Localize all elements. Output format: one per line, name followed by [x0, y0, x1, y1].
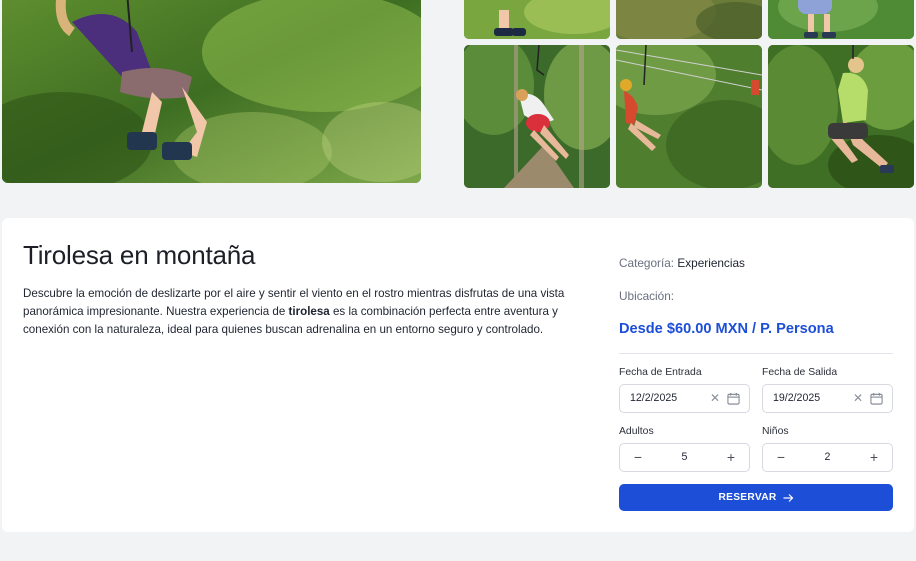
adults-label: Adultos [619, 426, 654, 437]
gallery-thumb-4[interactable] [464, 45, 610, 188]
gallery-thumb-5[interactable] [616, 45, 762, 188]
location-label: Ubicación: [619, 289, 675, 303]
category-row: Categoría: Experiencias [619, 256, 745, 270]
description-bold-text: tirolesa [288, 305, 330, 318]
booking-panel: Categoría: Experiencias Ubicación: Desde… [619, 218, 893, 532]
gallery-thumb-1[interactable] [464, 0, 610, 39]
gallery-main-photo[interactable] [2, 0, 421, 183]
divider [619, 353, 893, 354]
adults-stepper: − 5 + [619, 443, 750, 472]
tour-title: Tirolesa en montaña [23, 240, 256, 270]
photo-gallery [0, 0, 916, 190]
plus-icon[interactable]: + [723, 449, 739, 465]
tour-details-card: Tirolesa en montaña Descubre la emoción … [2, 218, 914, 532]
checkout-date-field[interactable]: 19/2/2025 ✕ [762, 384, 893, 413]
calendar-icon[interactable] [870, 392, 883, 405]
tour-detail-page: Tirolesa en montaña Descubre la emoción … [0, 0, 916, 561]
reserve-button[interactable]: RESERVAR [619, 484, 893, 511]
location-row: Ubicación: [619, 289, 674, 303]
price-text: Desde $60.00 MXN / P. Persona [619, 321, 834, 337]
checkout-label: Fecha de Salida [762, 367, 838, 378]
gallery-thumb-6[interactable] [768, 45, 914, 188]
tour-description: Descubre la emoción de deslizarte por el… [23, 285, 603, 339]
checkout-date-value: 19/2/2025 [773, 392, 821, 404]
reserve-button-label: RESERVAR [718, 492, 777, 503]
category-value: Experiencias [677, 256, 745, 270]
close-icon[interactable]: ✕ [853, 391, 863, 405]
plus-icon[interactable]: + [866, 449, 882, 465]
kids-stepper: − 2 + [762, 443, 893, 472]
checkin-date-field[interactable]: 12/2/2025 ✕ [619, 384, 750, 413]
gallery-thumb-2[interactable] [616, 0, 762, 39]
gallery-thumb-3[interactable] [768, 0, 914, 39]
checkin-label: Fecha de Entrada [619, 367, 702, 378]
kids-label: Niños [762, 426, 789, 437]
arrow-right-icon [783, 493, 793, 502]
calendar-icon[interactable] [727, 392, 740, 405]
category-label: Categoría: [619, 256, 675, 270]
checkin-date-value: 12/2/2025 [630, 392, 678, 404]
close-icon[interactable]: ✕ [710, 391, 720, 405]
